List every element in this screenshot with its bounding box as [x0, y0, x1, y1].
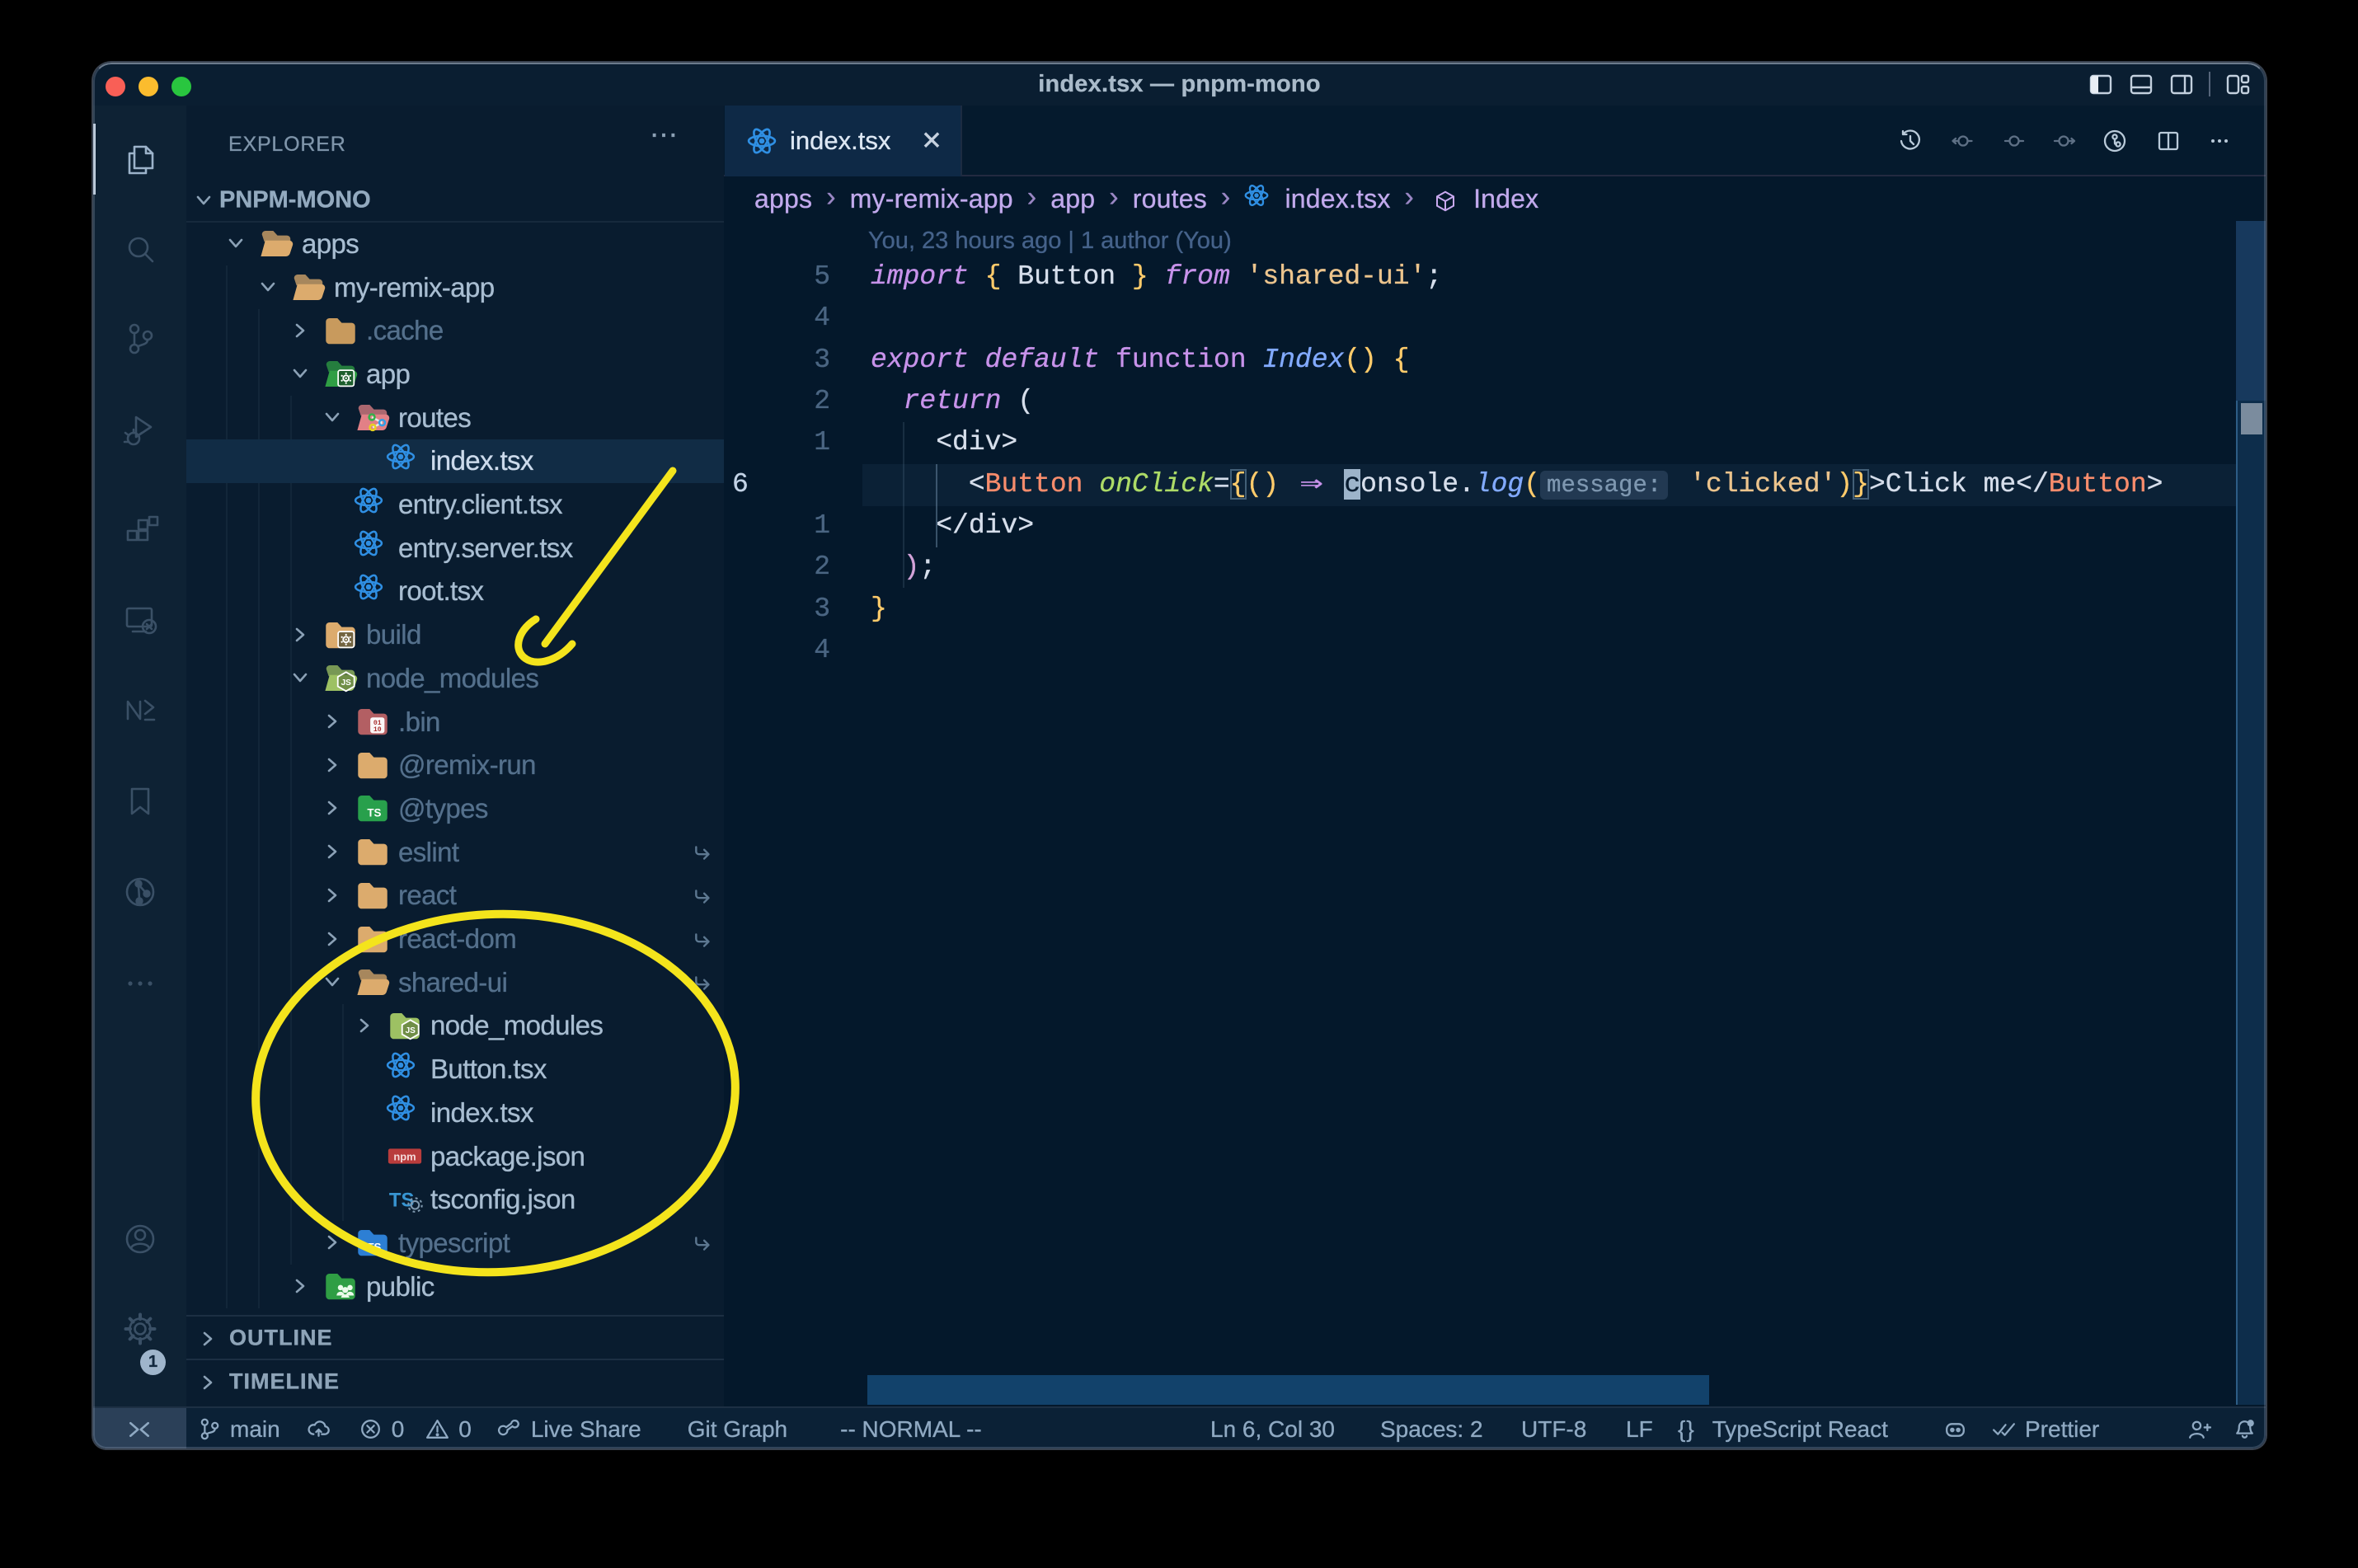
svg-text:TS: TS — [367, 807, 381, 819]
svg-text:TS: TS — [389, 1189, 415, 1211]
svg-text:npm: npm — [393, 1150, 416, 1162]
svg-text:JS: JS — [406, 1026, 416, 1035]
svg-text:TS: TS — [367, 1242, 381, 1254]
svg-text:10: 10 — [373, 726, 382, 734]
svg-text:JS: JS — [341, 678, 352, 688]
